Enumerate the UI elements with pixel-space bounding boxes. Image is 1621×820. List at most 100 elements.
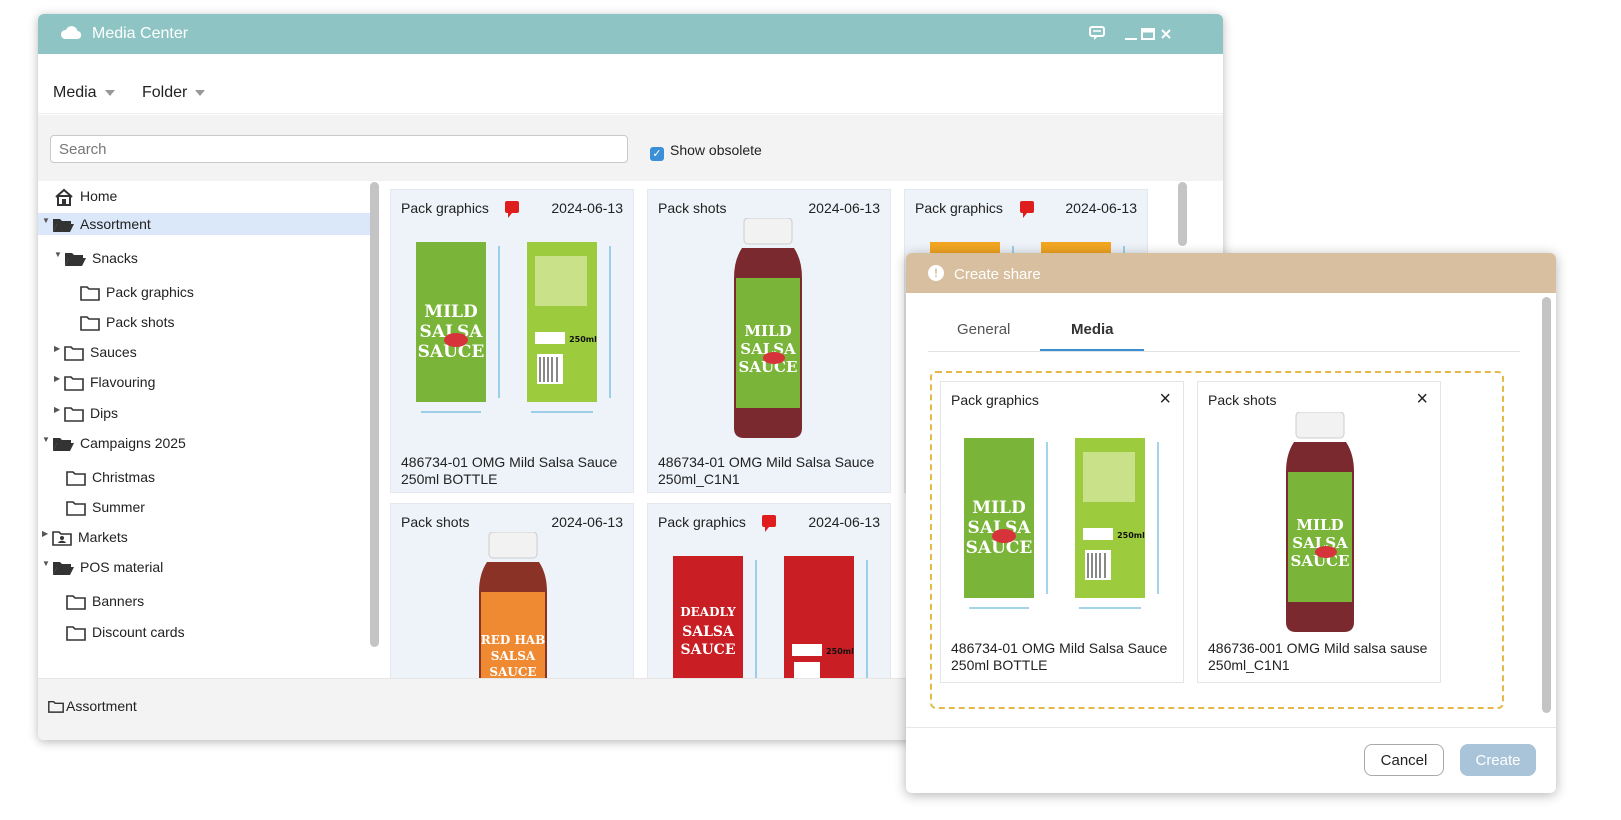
grid-scrollbar[interactable]: [1178, 182, 1187, 246]
tree-item-banners[interactable]: Banners: [66, 590, 144, 612]
menu-bar: Media Folder: [38, 54, 1223, 114]
caret-right-icon[interactable]: ▶: [42, 526, 52, 542]
tree-item-flavouring[interactable]: ▶ Flavouring: [54, 371, 155, 393]
folder-icon: [64, 407, 84, 423]
remove-icon[interactable]: ×: [1159, 388, 1171, 411]
tree-item-pack-shots[interactable]: Pack shots: [80, 311, 174, 333]
share-media-item[interactable]: Pack graphics × MILD SALSA SAUCE 250ml 4…: [940, 381, 1184, 683]
comment-flag-icon[interactable]: [505, 201, 519, 218]
folder-menu-label: Folder: [142, 84, 188, 101]
tree-item-label: Flavouring: [90, 374, 156, 390]
active-tab-indicator: [1040, 349, 1144, 351]
media-type: Pack graphics: [915, 200, 1003, 216]
tree-item-assortment[interactable]: ▼ Assortment: [38, 213, 370, 235]
pack-graphics-thumbnail: MILD SALSA SAUCE 250ml: [416, 242, 611, 413]
caret-right-icon[interactable]: ▶: [54, 371, 64, 387]
tree-item-label: Pack shots: [106, 314, 175, 330]
tree-item-sauces[interactable]: ▶ Sauces: [54, 341, 137, 363]
label-art-text: DEADLY: [680, 605, 736, 619]
close-icon[interactable]: [1160, 28, 1172, 40]
remove-icon[interactable]: ×: [1416, 388, 1428, 411]
caret-down-icon[interactable]: ▼: [54, 247, 64, 263]
tree-item-label: Dips: [90, 405, 119, 421]
dialog-titlebar[interactable]: ! Create share: [906, 253, 1556, 293]
media-card[interactable]: Pack graphics 2024-06-13 MILD SALSA SAUC…: [390, 189, 634, 493]
pack-graphics-thumbnail: MILD SALSA SAUCE 250ml: [964, 438, 1159, 609]
tab-divider: [928, 351, 1520, 352]
folder-open-icon: [53, 219, 74, 233]
share-media-item[interactable]: Pack shots × MILD SALSA SAUCE 486736-001…: [1197, 381, 1441, 683]
chat-icon[interactable]: [1088, 24, 1106, 42]
bottle-thumbnail: MILD SALSA SAUCE: [734, 218, 802, 438]
media-menu[interactable]: Media: [53, 84, 115, 102]
tree-item-home[interactable]: Home: [54, 185, 117, 207]
comment-flag-icon[interactable]: [1020, 201, 1034, 218]
folder-open-icon: [65, 253, 86, 267]
media-card[interactable]: Pack shots 2024-06-13 MILD SALSA SAUCE 4…: [647, 189, 891, 493]
current-folder-label: Assortment: [66, 698, 137, 714]
bottle-thumbnail: MILD SALSA SAUCE: [1286, 412, 1354, 632]
caret-down-icon[interactable]: ▼: [42, 432, 52, 448]
caret-down-icon[interactable]: ▼: [42, 556, 52, 572]
label-art-text: SALSA: [682, 624, 735, 640]
dialog-scrollbar[interactable]: [1542, 297, 1551, 713]
folder-image-icon: [52, 531, 72, 547]
tree-item-christmas[interactable]: Christmas: [66, 466, 155, 488]
tree-scrollbar[interactable]: [370, 182, 379, 647]
label-art-text: MILD: [424, 302, 478, 322]
label-art-text: MILD: [1296, 516, 1343, 534]
media-menu-label: Media: [53, 84, 97, 101]
show-obsolete-label: Show obsolete: [670, 142, 762, 158]
folder-icon: [48, 700, 64, 713]
media-name: 486734-01 OMG Mild Salsa Sauce 250ml_C1N…: [658, 454, 875, 487]
current-folder-path: Assortment: [48, 698, 137, 714]
media-date: 2024-06-13: [551, 200, 623, 216]
tree-item-dips[interactable]: ▶ Dips: [54, 402, 118, 424]
share-media-dropzone[interactable]: Pack graphics × MILD SALSA SAUCE 250ml 4…: [930, 371, 1504, 709]
media-type: Pack shots: [658, 200, 727, 216]
folder-menu[interactable]: Folder: [142, 84, 206, 102]
media-card[interactable]: Pack shots 2024-06-13 RED HAB SALSA SAUC…: [390, 503, 634, 691]
media-name: 486736-001 OMG Mild salsa sause 250ml_C1…: [1208, 640, 1428, 673]
search-input[interactable]: [50, 135, 628, 163]
tree-item-campaigns-2025[interactable]: ▼ Campaigns 2025: [42, 432, 186, 454]
chevron-down-icon: [195, 89, 206, 96]
tree-item-label: Sauces: [90, 344, 137, 360]
checkmark-icon: ✓: [650, 147, 664, 161]
window-titlebar[interactable]: Media Center: [38, 14, 1223, 54]
folder-open-icon: [53, 562, 74, 576]
volume-text: 250ml: [569, 335, 597, 344]
tree-item-discount-cards[interactable]: Discount cards: [66, 621, 185, 643]
tab-general[interactable]: General: [957, 321, 1010, 338]
media-name: 486734-01 OMG Mild Salsa Sauce 250ml BOT…: [951, 640, 1168, 673]
tree-item-markets[interactable]: ▶ Markets: [42, 526, 128, 548]
maximize-icon[interactable]: [1141, 27, 1155, 41]
media-card[interactable]: Pack graphics 2024-06-13 DEADLY SALSA SA…: [647, 503, 891, 691]
media-date: 2024-06-13: [808, 514, 880, 530]
tree-item-label: Summer: [92, 499, 145, 515]
tree-item-summer[interactable]: Summer: [66, 496, 145, 518]
tree-item-label: Assortment: [80, 216, 151, 232]
folder-icon: [66, 626, 86, 642]
comment-flag-icon[interactable]: [762, 515, 776, 532]
caret-down-icon[interactable]: ▼: [42, 213, 52, 229]
folder-icon: [80, 316, 100, 332]
media-name: 486734-01 OMG Mild Salsa Sauce 250ml BOT…: [401, 454, 618, 487]
folder-icon: [64, 376, 84, 392]
show-obsolete-checkbox[interactable]: ✓ Show obsolete: [650, 142, 762, 161]
tree-item-pack-graphics[interactable]: Pack graphics: [80, 281, 194, 303]
caret-right-icon[interactable]: ▶: [54, 402, 64, 418]
cloud-icon: [60, 26, 82, 40]
minimize-icon[interactable]: [1124, 27, 1138, 41]
caret-right-icon[interactable]: ▶: [54, 341, 64, 357]
tab-media[interactable]: Media: [1071, 321, 1114, 338]
pack-graphics-thumbnail: DEADLY SALSA SAUCE 250ml: [673, 556, 868, 684]
folder-tree: Home ▼ Assortment ▼ Snacks Pack graphics P…: [38, 181, 382, 691]
folder-icon: [66, 501, 86, 517]
tree-item-label: POS material: [80, 559, 164, 575]
tree-item-pos-material[interactable]: ▼ POS material: [42, 556, 163, 578]
cancel-button[interactable]: Cancel: [1364, 744, 1444, 776]
create-button[interactable]: Create: [1460, 744, 1536, 776]
folder-icon: [80, 286, 100, 302]
tree-item-snacks[interactable]: ▼ Snacks: [54, 247, 138, 269]
